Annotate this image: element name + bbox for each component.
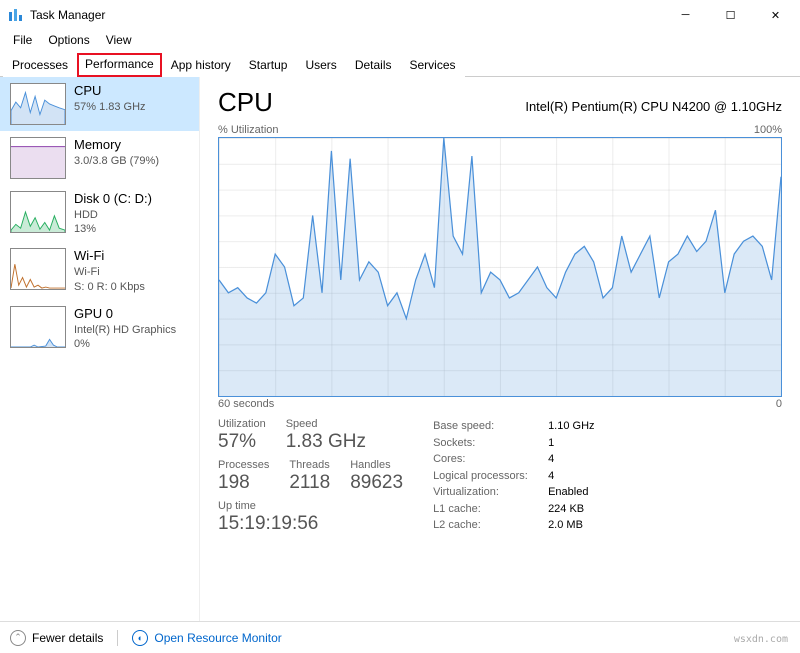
logical-value: 4 (548, 468, 554, 485)
tab-processes[interactable]: Processes (3, 53, 77, 77)
sidebar-cpu-title: CPU (74, 83, 189, 100)
fewer-details-label: Fewer details (32, 631, 103, 645)
sockets-label: Sockets: (433, 435, 548, 452)
main-area: CPU 57% 1.83 GHz Memory 3.0/3.8 GB (79%)… (0, 77, 800, 629)
window-controls: ─ ☐ ✕ (663, 0, 798, 30)
handles-value: 89623 (350, 472, 403, 494)
cores-value: 4 (548, 451, 554, 468)
sidebar-gpu-sub2: 0% (74, 337, 189, 351)
sidebar-item-gpu[interactable]: GPU 0 Intel(R) HD Graphics 0% (0, 300, 199, 357)
wifi-sparkline (10, 248, 66, 290)
speed-value: 1.83 GHz (286, 431, 366, 453)
sidebar-memory-title: Memory (74, 137, 189, 154)
base-speed-label: Base speed: (433, 418, 548, 435)
l2-label: L2 cache: (433, 517, 548, 534)
l1-label: L1 cache: (433, 501, 548, 518)
virtualization-value: Enabled (548, 484, 588, 501)
memory-sparkline (10, 137, 66, 179)
speed-label: Speed (286, 418, 366, 430)
menu-bar: File Options View (0, 30, 800, 50)
menu-file[interactable]: File (5, 31, 40, 49)
l1-value: 224 KB (548, 501, 584, 518)
sidebar-item-wifi[interactable]: Wi-Fi Wi-Fi S: 0 R: 0 Kbps (0, 242, 199, 299)
chart-ylabel-right: 100% (754, 124, 782, 136)
cores-label: Cores: (433, 451, 548, 468)
resource-sidebar: CPU 57% 1.83 GHz Memory 3.0/3.8 GB (79%)… (0, 77, 200, 629)
fewer-details-button[interactable]: ⌃ Fewer details (10, 630, 103, 646)
window-title: Task Manager (30, 8, 663, 22)
processes-value: 198 (218, 472, 269, 494)
cpu-chart (218, 137, 782, 397)
watermark: wsxdn.com (734, 634, 788, 645)
bottom-divider (117, 630, 118, 646)
bottom-bar: ⌃ Fewer details ◐ Open Resource Monitor (0, 621, 800, 653)
resource-monitor-icon: ◐ (132, 630, 148, 646)
disk-sparkline (10, 191, 66, 233)
open-resource-monitor-label: Open Resource Monitor (154, 631, 281, 645)
menu-view[interactable]: View (98, 31, 140, 49)
sidebar-cpu-sub: 57% 1.83 GHz (74, 100, 189, 114)
sockets-value: 1 (548, 435, 554, 452)
sidebar-disk-sub1: HDD (74, 208, 189, 222)
chevron-up-icon: ⌃ (10, 630, 26, 646)
cpu-specs: Base speed:1.10 GHz Sockets:1 Cores:4 Lo… (433, 418, 594, 535)
sidebar-wifi-sub1: Wi-Fi (74, 265, 189, 279)
threads-label: Threads (289, 459, 330, 471)
logical-label: Logical processors: (433, 468, 548, 485)
tab-services[interactable]: Services (401, 53, 465, 77)
sidebar-item-memory[interactable]: Memory 3.0/3.8 GB (79%) (0, 131, 199, 185)
minimize-button[interactable]: ─ (663, 0, 708, 30)
cpu-model: Intel(R) Pentium(R) CPU N4200 @ 1.10GHz (525, 99, 782, 114)
task-manager-icon (8, 7, 24, 23)
cpu-heading: CPU (218, 87, 273, 118)
tab-details[interactable]: Details (346, 53, 401, 77)
sidebar-disk-sub2: 13% (74, 222, 189, 236)
tab-performance[interactable]: Performance (77, 53, 162, 77)
sidebar-wifi-title: Wi-Fi (74, 248, 189, 265)
tab-startup[interactable]: Startup (240, 53, 297, 77)
maximize-button[interactable]: ☐ (708, 0, 753, 30)
tab-strip: Processes Performance App history Startu… (0, 52, 800, 77)
sidebar-gpu-sub1: Intel(R) HD Graphics (74, 323, 189, 337)
cpu-sparkline (10, 83, 66, 125)
chart-xlabel-left: 60 seconds (218, 398, 274, 410)
gpu-sparkline (10, 306, 66, 348)
util-value: 57% (218, 431, 266, 453)
sidebar-item-disk[interactable]: Disk 0 (C: D:) HDD 13% (0, 185, 199, 242)
sidebar-gpu-title: GPU 0 (74, 306, 189, 323)
chart-xlabel-right: 0 (776, 398, 782, 410)
handles-label: Handles (350, 459, 403, 471)
tab-app-history[interactable]: App history (162, 53, 240, 77)
sidebar-memory-sub: 3.0/3.8 GB (79%) (74, 154, 189, 168)
close-button[interactable]: ✕ (753, 0, 798, 30)
cpu-detail-pane: CPU Intel(R) Pentium(R) CPU N4200 @ 1.10… (200, 77, 800, 629)
tab-users[interactable]: Users (296, 53, 345, 77)
virtualization-label: Virtualization: (433, 484, 548, 501)
threads-value: 2118 (289, 472, 330, 494)
util-label: Utilization (218, 418, 266, 430)
open-resource-monitor-link[interactable]: ◐ Open Resource Monitor (132, 630, 281, 646)
uptime-label: Up time (218, 500, 403, 512)
sidebar-wifi-sub2: S: 0 R: 0 Kbps (74, 280, 189, 294)
base-speed-value: 1.10 GHz (548, 418, 594, 435)
uptime-value: 15:19:19:56 (218, 513, 403, 535)
chart-ylabel-left: % Utilization (218, 124, 279, 136)
sidebar-disk-title: Disk 0 (C: D:) (74, 191, 189, 208)
title-bar: Task Manager ─ ☐ ✕ (0, 0, 800, 30)
processes-label: Processes (218, 459, 269, 471)
sidebar-item-cpu[interactable]: CPU 57% 1.83 GHz (0, 77, 199, 131)
menu-options[interactable]: Options (40, 31, 97, 49)
l2-value: 2.0 MB (548, 517, 583, 534)
